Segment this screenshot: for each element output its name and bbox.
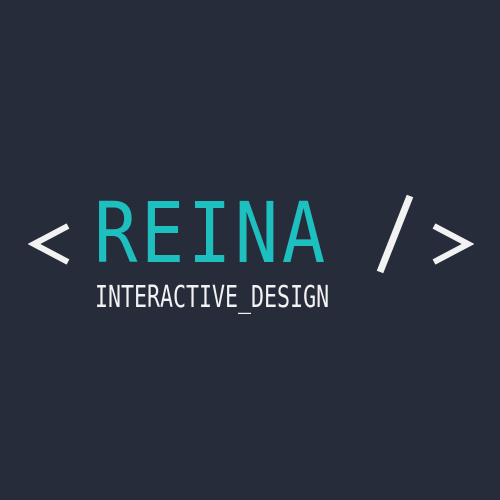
logo: REINA INTERACTIVE_DESIGN [0, 0, 500, 500]
open-bracket-icon [28, 222, 72, 266]
tagline: INTERACTIVE_DESIGN [95, 280, 330, 315]
close-bracket-icon [430, 222, 474, 266]
slash-icon [372, 194, 416, 274]
wordmark: REINA [94, 184, 329, 282]
